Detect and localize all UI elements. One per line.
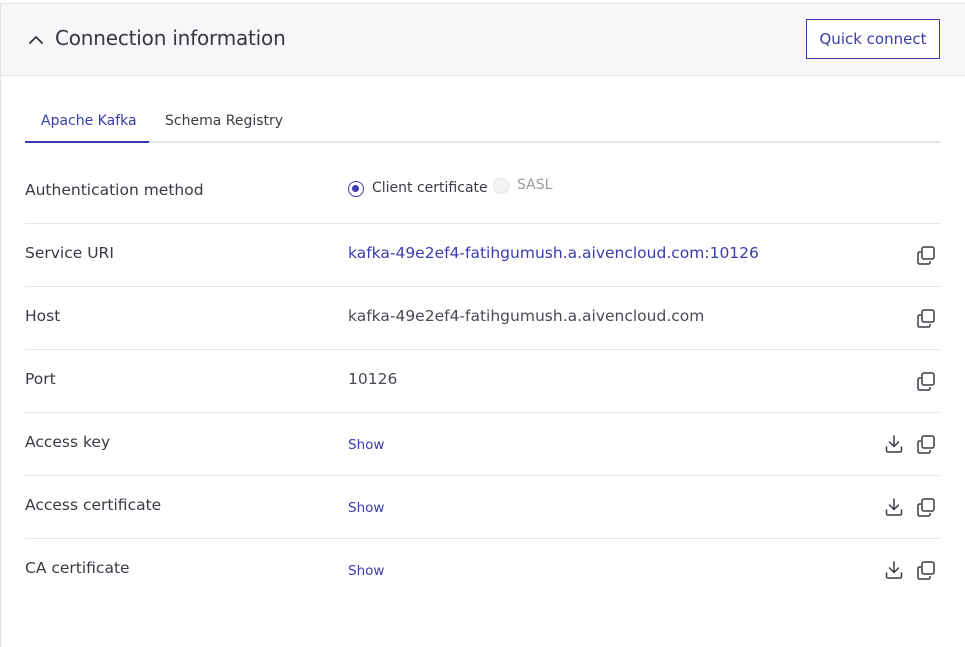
radio-client-certificate-label[interactable]: Client certificate [372,180,488,196]
download-icon[interactable] [883,496,905,518]
tab-bar: Apache Kafka Schema Registry [25,108,940,143]
row-host: Host kafka-49e2ef4-fatihgumush.a.aivencl… [25,287,940,350]
copy-icon[interactable] [915,307,937,329]
connection-information-panel: Connection information Quick connect Apa… [0,3,965,647]
host-label: Host [25,307,61,325]
copy-icon[interactable] [915,559,937,581]
row-service-uri: Service URI kafka-49e2ef4-fatihgumush.a.… [25,224,940,287]
download-icon[interactable] [883,433,905,455]
host-value: kafka-49e2ef4-fatihgumush.a.aivencloud.c… [348,307,705,325]
ca-certificate-label: CA certificate [25,559,130,577]
row-access-certificate: Access certificate Show [25,476,940,539]
ca-certificate-show-link[interactable]: Show [348,563,384,579]
quick-connect-button[interactable]: Quick connect [806,19,940,59]
tab-apache-kafka[interactable]: Apache Kafka [41,113,137,143]
row-access-key: Access key Show [25,413,940,476]
row-authentication-method: Authentication method Client certificate… [25,161,940,224]
copy-icon[interactable] [915,496,937,518]
panel-title: Connection information [55,26,286,50]
row-port: Port 10126 [25,350,940,413]
radio-client-certificate[interactable] [348,181,364,197]
row-ca-certificate: CA certificate Show [25,539,940,602]
radio-sasl [493,178,509,194]
port-label: Port [25,370,56,388]
download-icon[interactable] [883,559,905,581]
access-certificate-label: Access certificate [25,496,162,514]
service-uri-label: Service URI [25,244,114,262]
access-key-label: Access key [25,433,111,451]
service-uri-value[interactable]: kafka-49e2ef4-fatihgumush.a.aivencloud.c… [348,244,759,262]
copy-icon[interactable] [915,370,937,392]
active-tab-indicator [25,141,149,143]
radio-sasl-label: SASL [517,177,553,193]
port-value: 10126 [348,370,398,388]
tab-schema-registry[interactable]: Schema Registry [165,113,283,143]
copy-icon[interactable] [915,244,937,266]
panel-header[interactable]: Connection information Quick connect [1,4,965,76]
copy-icon[interactable] [915,433,937,455]
access-certificate-show-link[interactable]: Show [348,500,384,516]
authentication-method-label: Authentication method [25,181,204,199]
chevron-up-icon[interactable] [27,31,45,49]
access-key-show-link[interactable]: Show [348,437,384,453]
